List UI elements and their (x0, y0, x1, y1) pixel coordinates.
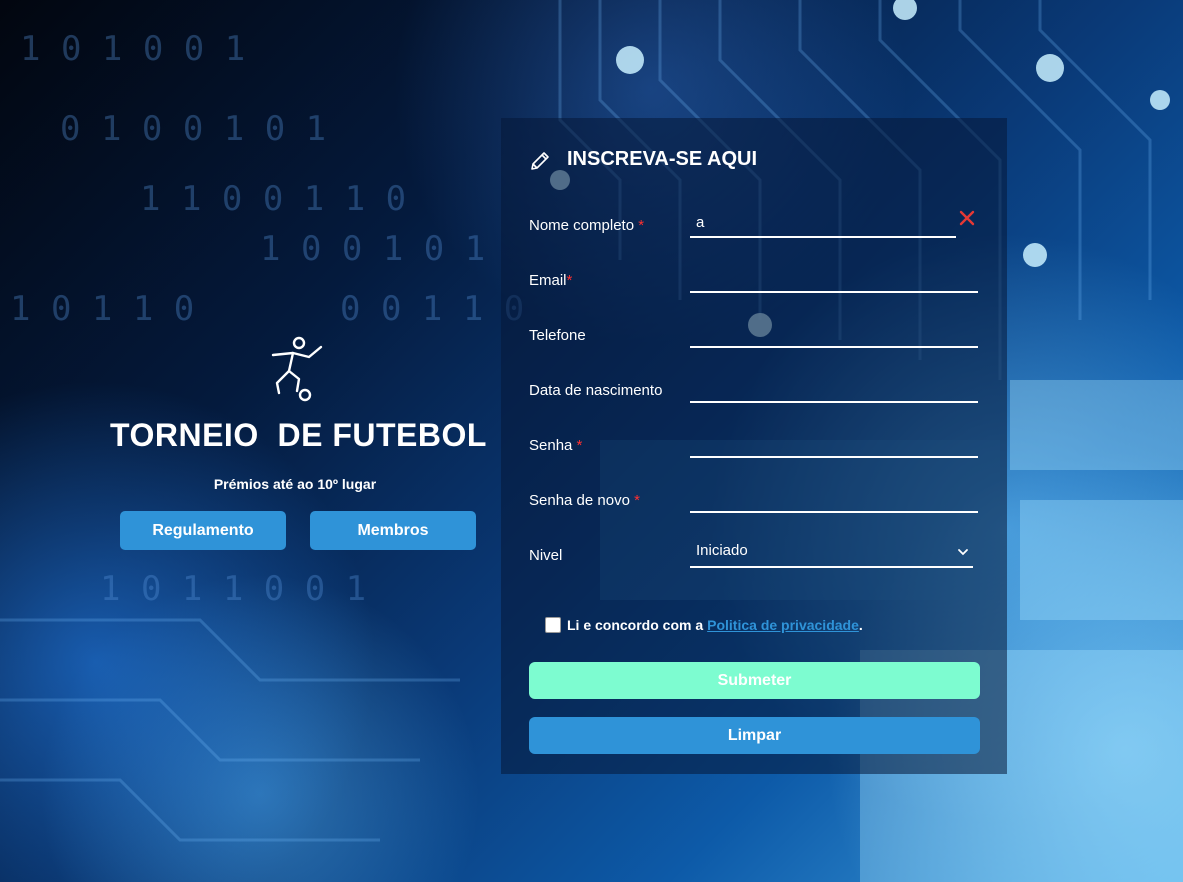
brand-actions: Regulamento Membros (110, 511, 480, 550)
consent-text: Li e concordo com a (567, 617, 704, 633)
level-label: Nivel (529, 547, 563, 564)
password-row: Senha * (529, 418, 979, 458)
svg-text:1 0 1 1 0: 1 0 1 1 0 (10, 289, 194, 329)
level-select[interactable]: Iniciado (690, 536, 973, 568)
password-repeat-label: Senha de novo * (529, 492, 640, 509)
rules-button[interactable]: Regulamento (120, 511, 286, 550)
form-title: INSCREVA-SE AQUI (567, 147, 758, 170)
form-header: INSCREVA-SE AQUI (529, 146, 757, 172)
svg-text:0 0 1 1 0: 0 0 1 1 0 (340, 289, 524, 329)
site-title: TORNEIO DE FUTEBOL (110, 417, 487, 453)
soccer-player-icon (271, 336, 323, 402)
chevron-down-icon (958, 549, 968, 556)
members-button[interactable]: Membros (310, 511, 476, 550)
birth-date-label: Data de nascimento (529, 382, 663, 399)
full-name-input[interactable] (690, 208, 956, 238)
site-subtitle: Prémios até ao 10º lugar (213, 476, 377, 492)
consent-suffix: . (858, 617, 863, 633)
clear-button[interactable]: Limpar (529, 717, 980, 754)
privacy-policy-link[interactable]: Politica de privacidade (707, 617, 859, 633)
full-name-label: Nome completo * (529, 217, 645, 234)
level-selected-value: Iniciado (696, 542, 748, 559)
full-name-row: Nome completo * (529, 198, 979, 238)
svg-text:1 0 0 1 0 1: 1 0 0 1 0 1 (260, 229, 485, 269)
svg-text:1 0 1 1 0 0 1: 1 0 1 1 0 0 1 (100, 569, 366, 609)
pencil-icon (531, 152, 549, 170)
password-input[interactable] (690, 428, 978, 458)
birth-date-input[interactable] (690, 373, 978, 403)
signup-form: INSCREVA-SE AQUI Nome completo * Email* … (501, 118, 1007, 774)
birth-date-row: Data de nascimento (529, 363, 979, 403)
phone-row: Telefone (529, 308, 979, 348)
close-icon[interactable] (959, 210, 975, 226)
svg-text:1 1 0 0 1 1 0: 1 1 0 0 1 1 0 (140, 179, 406, 219)
svg-text:1 0 1 0 0 1: 1 0 1 0 0 1 (20, 29, 245, 69)
password-label: Senha * (529, 437, 583, 454)
level-row: Nivel Iniciado (529, 528, 979, 568)
privacy-consent-checkbox[interactable] (545, 617, 561, 633)
submit-button[interactable]: Submeter (529, 662, 980, 699)
password-repeat-row: Senha de novo * (529, 473, 979, 513)
email-label: Email* (529, 272, 573, 289)
consent-row: Li e concordo com a Politica de privacid… (545, 617, 863, 633)
svg-text:0 1 0 0 1 0 1: 0 1 0 0 1 0 1 (60, 109, 326, 149)
brand-panel: TORNEIO DE FUTEBOL Prémios até ao 10º lu… (110, 335, 487, 550)
email-input[interactable] (690, 263, 978, 293)
phone-input[interactable] (690, 318, 978, 348)
email-row: Email* (529, 253, 979, 293)
phone-label: Telefone (529, 327, 586, 344)
password-repeat-input[interactable] (690, 483, 978, 513)
